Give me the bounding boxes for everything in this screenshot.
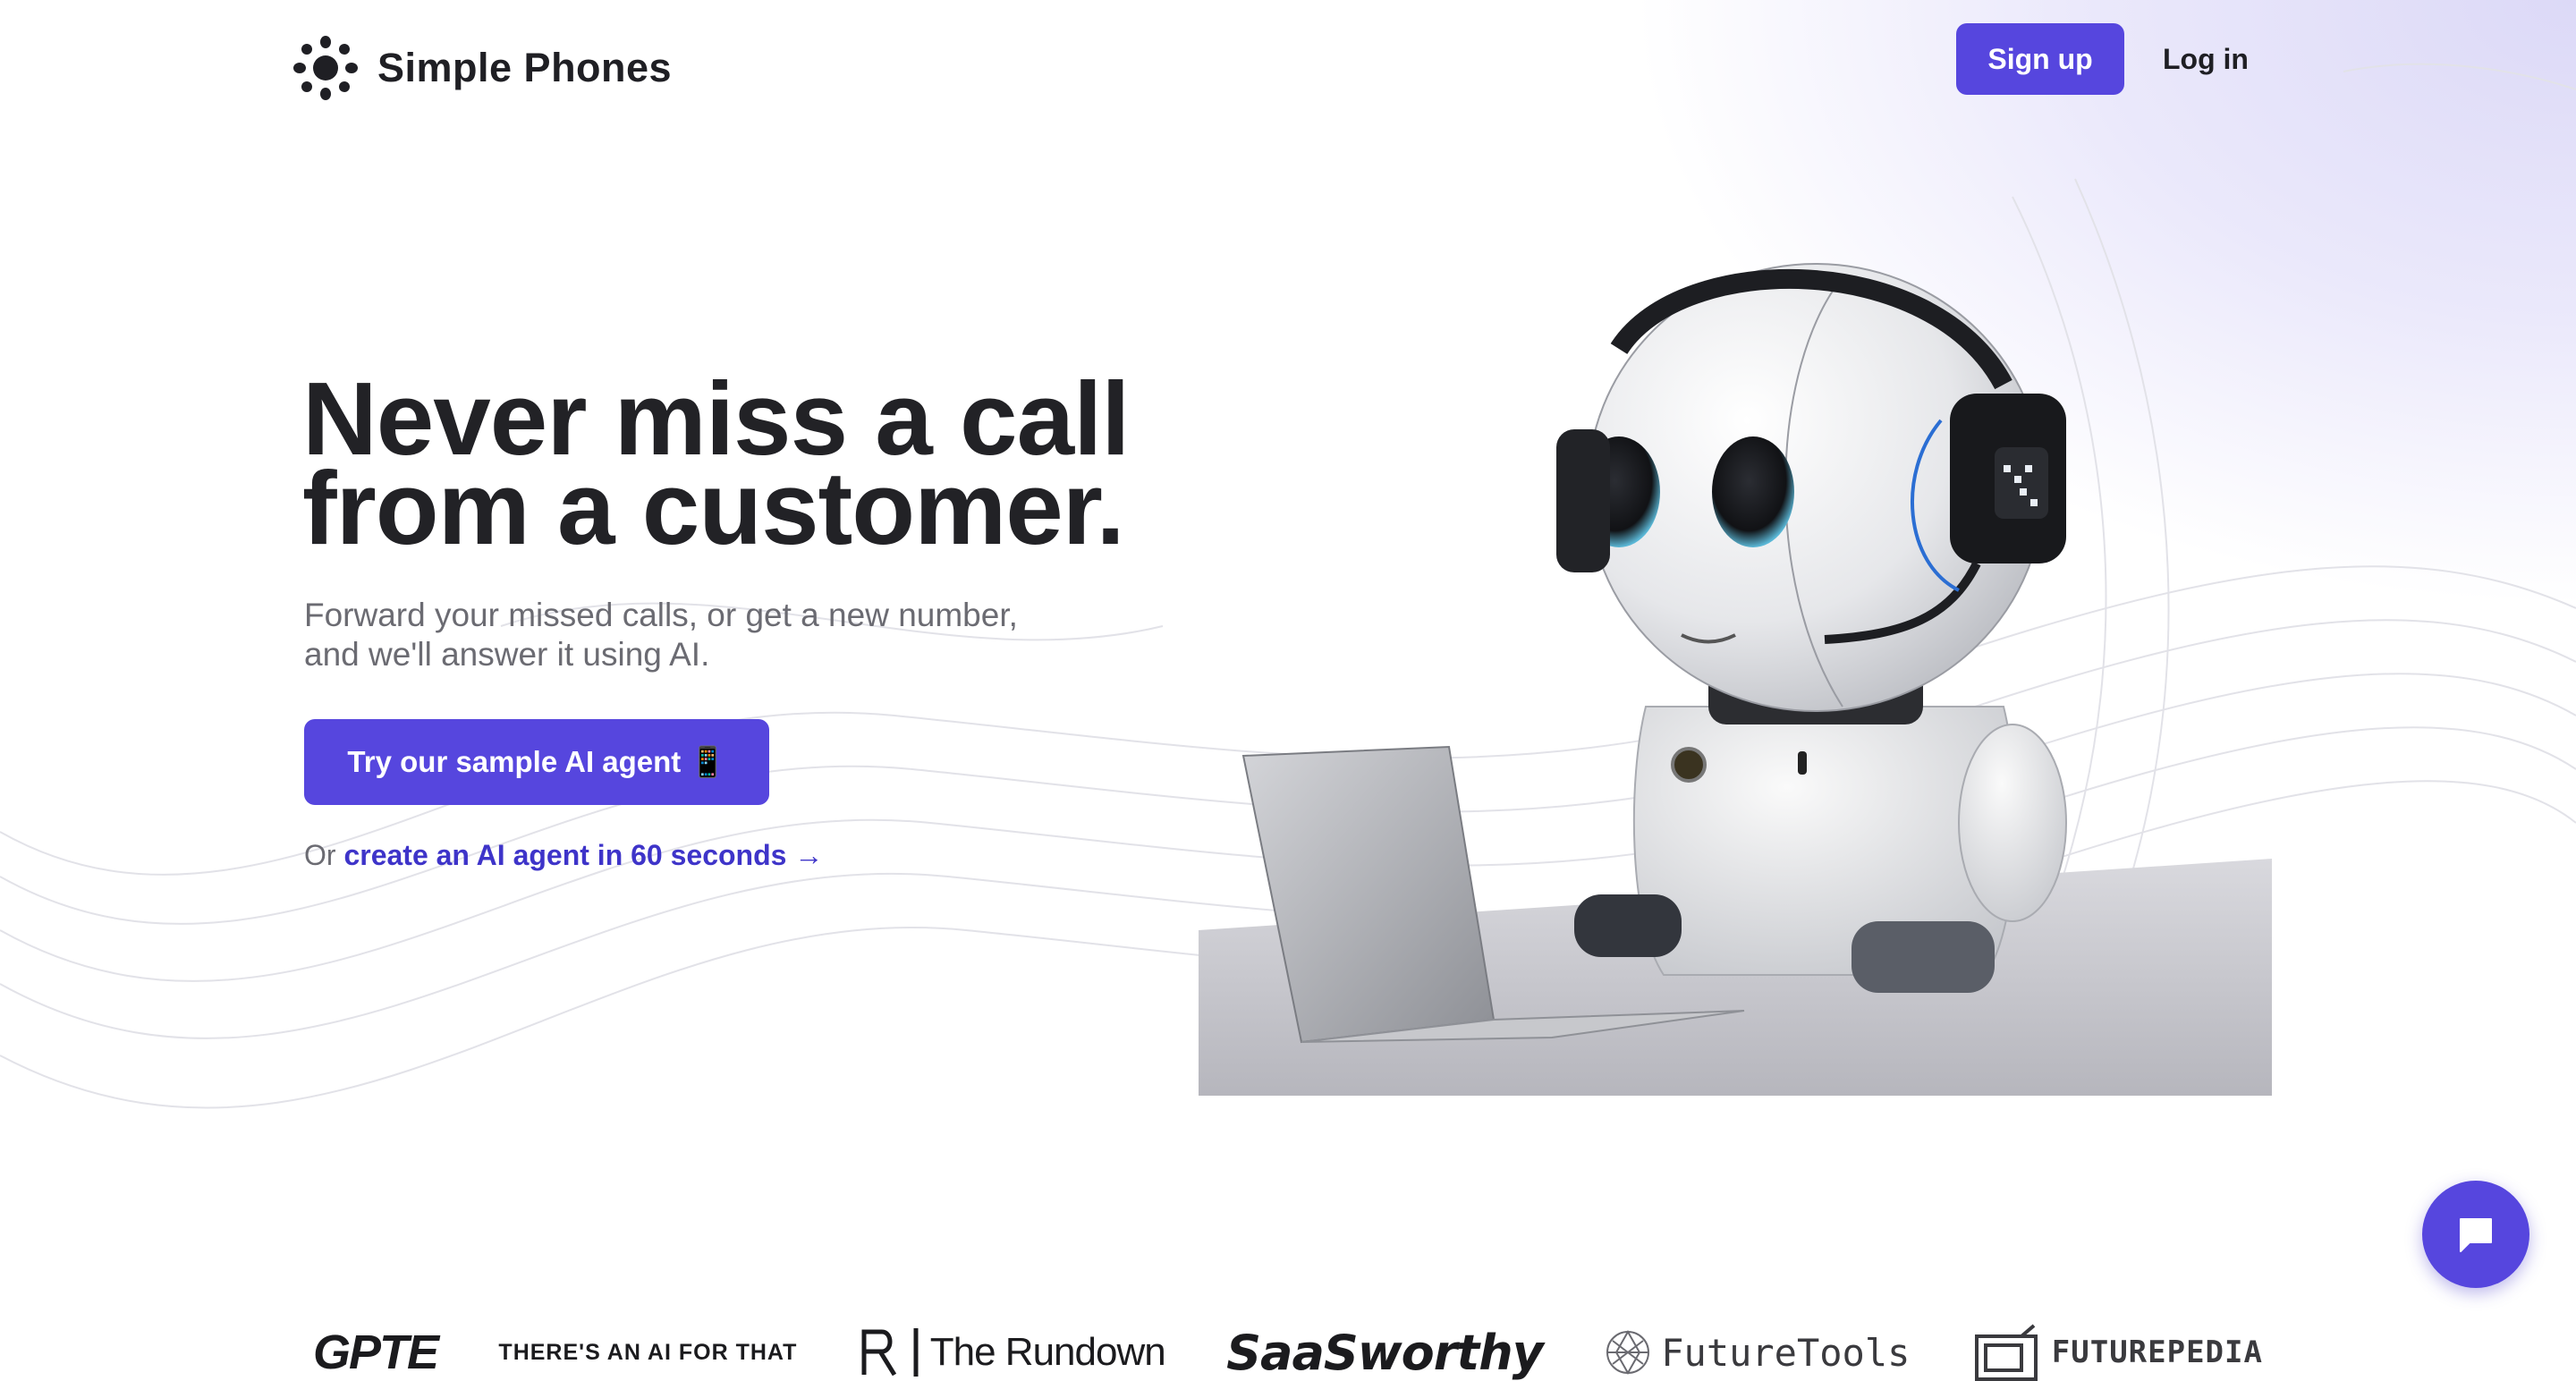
futuretools-globe-icon: [1606, 1329, 1650, 1376]
signup-button[interactable]: Sign up: [1956, 23, 2124, 95]
create-agent-link[interactable]: create an AI agent in 60 seconds →: [343, 839, 823, 871]
chat-launcher-button[interactable]: [2422, 1181, 2529, 1288]
featured-on-logos: GPTE THERE'S AN AI FOR THAT The Rundown …: [313, 1324, 2263, 1381]
subtext-line-1: Forward your missed calls, or get a new …: [304, 597, 1018, 633]
rundown-mark-icon: [861, 1328, 919, 1377]
futurepedia-text: FUTUREPEDIA: [2051, 1334, 2263, 1370]
brand-logo[interactable]: Simple Phones: [292, 34, 672, 102]
hero-headline: Never miss a call from a customer.: [302, 367, 1197, 566]
futuretools-logo: FutureTools: [1604, 1328, 1910, 1377]
create-agent-prompt: Or create an AI agent in 60 seconds →: [304, 839, 823, 872]
the-rundown-text: The Rundown: [929, 1330, 1166, 1374]
try-sample-agent-button[interactable]: Try our sample AI agent 📱: [304, 719, 769, 805]
login-link[interactable]: Log in: [2163, 23, 2249, 95]
brand-name: Simple Phones: [377, 45, 673, 90]
robot-illustration: [1199, 263, 2272, 1096]
create-agent-prefix: Or: [304, 839, 336, 871]
page-background: Simple Phones Sign up Log in Never miss …: [0, 0, 2576, 1381]
futurepedia-frame-icon: [1974, 1324, 2038, 1381]
sun-burst-icon: [293, 36, 358, 100]
futurepedia-logo: FUTUREPEDIA: [1971, 1324, 2263, 1381]
theres-an-ai-for-that-logo: THERE'S AN AI FOR THAT: [498, 1339, 798, 1365]
headline-line-2: from a customer.: [302, 450, 1125, 566]
gpte-logo: GPTE: [313, 1326, 439, 1379]
hero-subtext: Forward your missed calls, or get a new …: [304, 596, 1109, 674]
futuretools-text: FutureTools: [1661, 1330, 1911, 1375]
saasworthy-logo: SaaSworthy: [1226, 1324, 1544, 1381]
subtext-line-2: and we'll answer it using AI.: [304, 636, 710, 673]
the-rundown-logo: The Rundown: [859, 1326, 1166, 1378]
chat-bubble-icon: [2460, 1218, 2492, 1252]
